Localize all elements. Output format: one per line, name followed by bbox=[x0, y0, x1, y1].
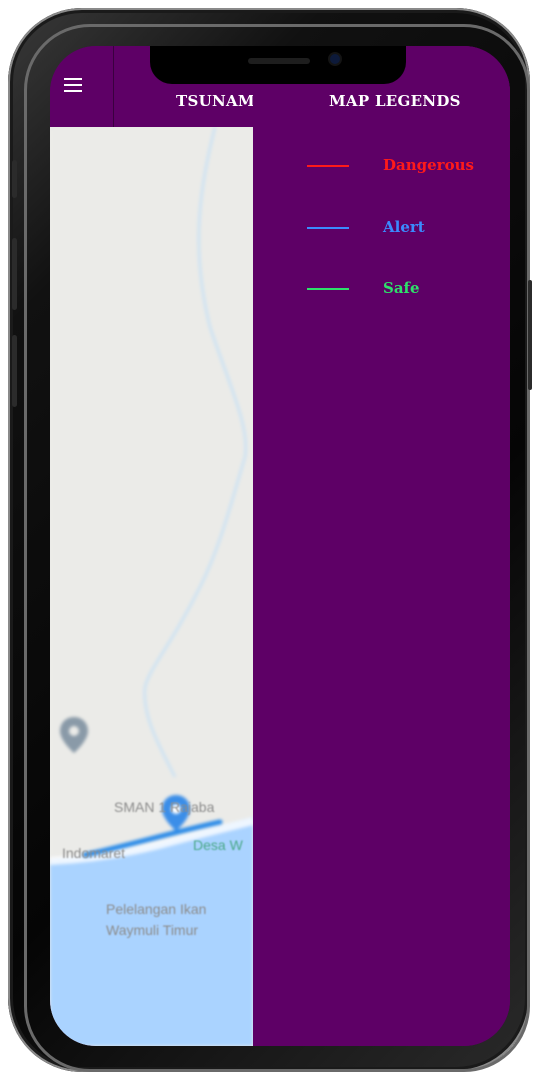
map-label-port-line2: Waymuli Timur bbox=[106, 922, 199, 938]
power-button bbox=[528, 280, 532, 390]
legend-item-safe: Safe bbox=[307, 279, 507, 299]
legend-line-dangerous bbox=[307, 165, 349, 167]
legend-item-alert: Alert bbox=[307, 218, 507, 238]
legend-item-dangerous: Dangerous bbox=[307, 156, 507, 176]
menu-button[interactable] bbox=[50, 46, 114, 127]
legend-label-alert: Alert bbox=[383, 218, 425, 236]
phone-notch bbox=[150, 46, 406, 84]
map-label-village: Desa W bbox=[193, 837, 243, 853]
legend-drawer: MAP LEGENDS Dangerous Alert Safe bbox=[253, 46, 510, 1046]
map-label-store: Indomaret bbox=[62, 845, 126, 861]
drawer-title: MAP LEGENDS bbox=[329, 92, 461, 110]
mute-switch bbox=[12, 160, 17, 198]
speaker-grille bbox=[248, 58, 310, 64]
legend-label-safe: Safe bbox=[383, 279, 420, 297]
legend-line-safe bbox=[307, 288, 349, 290]
hamburger-menu-icon[interactable] bbox=[64, 78, 82, 92]
phone-screen: TSUNAMI SMAN 1 Rajaba Indomaret Desa W P… bbox=[50, 46, 510, 1046]
map-view[interactable]: SMAN 1 Rajaba Indomaret Desa W Pelelanga… bbox=[50, 127, 253, 1046]
app-title: TSUNAMI bbox=[176, 92, 263, 110]
legend-line-alert bbox=[307, 227, 349, 229]
volume-up-button bbox=[12, 238, 17, 310]
legend-label-dangerous: Dangerous bbox=[383, 156, 474, 174]
volume-down-button bbox=[12, 335, 17, 407]
camera-icon bbox=[330, 54, 340, 64]
map-label-school: SMAN 1 Rajaba bbox=[114, 799, 215, 815]
map-label-port-line1: Pelelangan Ikan bbox=[106, 901, 207, 917]
